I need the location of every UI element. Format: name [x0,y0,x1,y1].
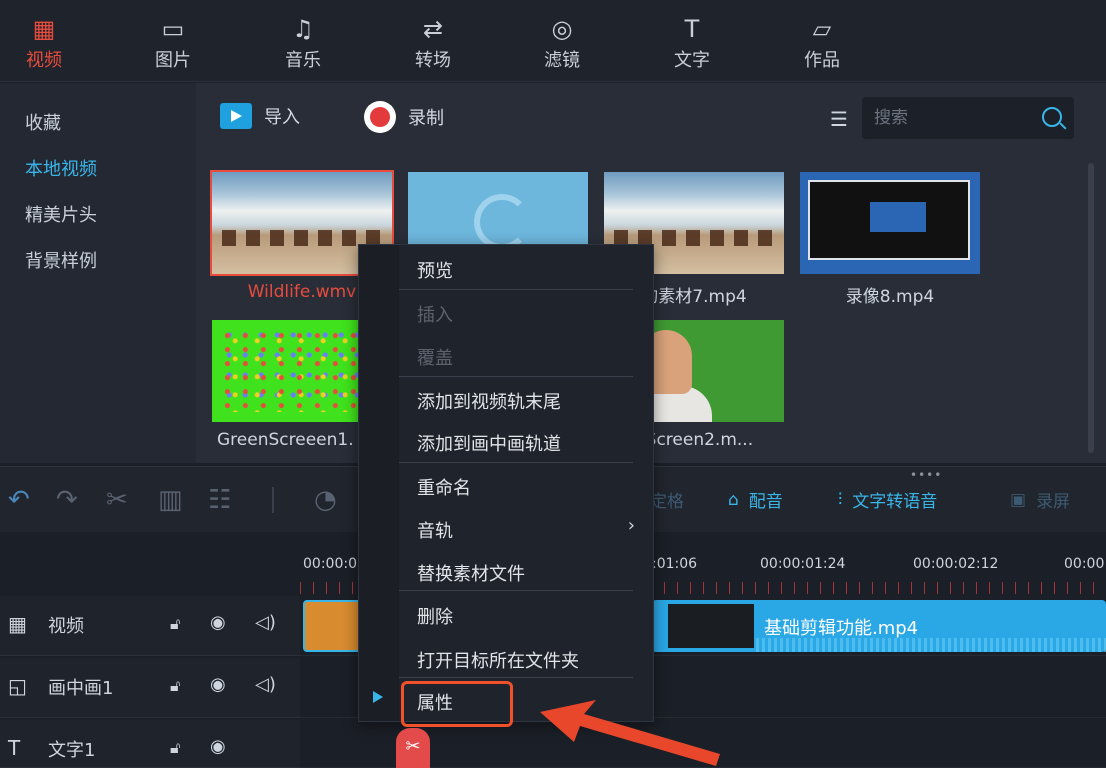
pip-icon: ◱ [8,674,27,698]
settings-icon[interactable]: ☷ [208,485,231,515]
track-header-text: T 文字1 🔓︎ ◉ [0,720,300,768]
timecode-label: 00:00 [1064,556,1105,572]
media-thumbnail[interactable] [800,172,980,274]
nav-image[interactable]: ▭ 图片 [143,14,203,72]
record-button[interactable]: 录制 [364,101,444,133]
eye-icon[interactable]: ◉ [210,674,226,695]
filter-icon: ◎ [551,15,573,43]
music-icon: ♫ [292,15,314,43]
audio-waveform [756,638,1106,652]
timecode-label: 00:00:02:12 [913,556,999,572]
chevron-right-icon: › [627,515,635,536]
highlight-box [401,681,513,727]
lock-icon[interactable]: 🔓︎ [170,614,180,634]
media-caption: 录像8.mp4 [845,287,935,307]
clip-thumbnail [668,604,754,648]
menu-item-open-folder[interactable]: 打开目标所在文件夹 [417,647,579,673]
nav-transition[interactable]: ⇄ 转场 [403,14,463,72]
menu-item-add-pip-track[interactable]: 添加到画中画轨道 [417,430,561,456]
image-icon: ▭ [161,15,185,43]
import-button[interactable]: 导入 [220,103,300,129]
nav-works[interactable]: ▱ 作品 [792,14,852,72]
menu-item-replace-file[interactable]: 替换素材文件 [417,560,525,586]
video-clip[interactable] [303,600,363,652]
nav-video[interactable]: ▦ 视频 [14,14,74,72]
menu-separator [399,462,633,463]
menu-item-insert[interactable]: 插入 [417,301,453,327]
track-header-video: ▦ 视频 🔓︎ ◉ ◁) [0,596,300,656]
library-scrollbar[interactable] [1088,163,1094,453]
menu-item-audio-track[interactable]: 音轨 [417,517,453,543]
search-input[interactable] [874,105,1034,131]
screen-record-icon: ▣ [1010,489,1027,510]
category-backgrounds[interactable]: 背景样例 [25,247,97,273]
search-icon[interactable] [1042,107,1062,127]
context-menu: 预览 插入 覆盖 添加到视频轨末尾 添加到画中画轨道 重命名 音轨 › 替换素材… [358,244,654,722]
film-icon: ▦ [32,15,56,43]
red-arrow-icon [540,700,720,766]
menu-item-append-video-track[interactable]: 添加到视频轨末尾 [417,388,561,414]
eye-icon[interactable]: ◉ [210,612,226,633]
redo-icon[interactable]: ↷ [56,485,78,515]
timecode-label: :01:06 [652,556,698,572]
freeze-frame-button[interactable]: 定格 [650,487,684,512]
search-box [862,97,1074,139]
menu-item-preview[interactable]: 预览 [417,257,453,283]
timecode-label: 00:00:0 [303,556,357,572]
top-nav: ▦ 视频 ▭ 图片 ♫ 音乐 ⇄ 转场 ◎ 滤镜 T 文字 ▱ 作品 [0,0,1106,82]
menu-separator [399,590,633,591]
menu-item-delete[interactable]: 删除 [417,603,453,629]
menu-item-rename[interactable]: 重命名 [417,474,471,500]
timecode-label: 00:00:01:24 [760,556,846,572]
eye-icon[interactable]: ◉ [210,736,226,757]
nav-music[interactable]: ♫ 音乐 [273,14,333,72]
record-screen-button[interactable]: ▣ 录屏 [1010,487,1070,513]
import-icon [220,103,252,129]
waveform-icon: ⫶ [838,489,843,510]
text-icon: T [684,15,700,43]
nav-text[interactable]: T 文字 [662,14,722,72]
category-local-video[interactable]: 本地视频 [25,155,97,181]
film-icon: ▦ [8,612,27,636]
record-icon [364,101,396,133]
undo-icon[interactable]: ↶ [8,485,30,515]
resize-grip-icon[interactable]: •••• [910,468,942,482]
video-clip[interactable]: 基础剪辑功能.mp4 [652,600,1106,652]
category-favorites[interactable]: 收藏 [25,109,61,135]
microphone-icon: ⌂ [728,489,739,510]
pointer-icon [373,691,383,703]
nav-filter[interactable]: ◎ 滤镜 [532,14,592,72]
playhead-scissors-icon[interactable]: ✂ [396,728,430,768]
speaker-icon[interactable]: ◁) [255,674,276,695]
menu-separator [399,289,633,290]
folder-icon: ▱ [812,15,832,43]
lock-icon[interactable]: 🔓︎ [170,676,180,696]
speed-icon[interactable]: ◔ [314,485,337,515]
menu-item-overwrite[interactable]: 覆盖 [417,344,453,370]
category-sidebar: 收藏 本地视频 精美片头 背景样例 [0,83,196,463]
dub-button[interactable]: ⌂ 配音 [728,487,783,513]
cut-icon[interactable]: ✂ [106,485,128,515]
speaker-icon[interactable]: ◁) [255,612,276,633]
transition-icon: ⇄ [422,15,444,43]
track-header-pip: ◱ 画中画1 🔓︎ ◉ ◁) [0,658,300,718]
category-intros[interactable]: 精美片头 [25,201,97,227]
text-icon: T [8,736,21,760]
toolbar-divider [272,487,274,513]
lock-icon[interactable]: 🔓︎ [170,738,180,758]
menu-separator [399,677,633,678]
sort-icon[interactable]: ☰ [830,107,848,131]
delete-icon[interactable]: ▥ [158,485,183,515]
menu-separator [399,376,633,377]
text-to-speech-button[interactable]: ⫶ 文字转语音 [838,487,937,513]
